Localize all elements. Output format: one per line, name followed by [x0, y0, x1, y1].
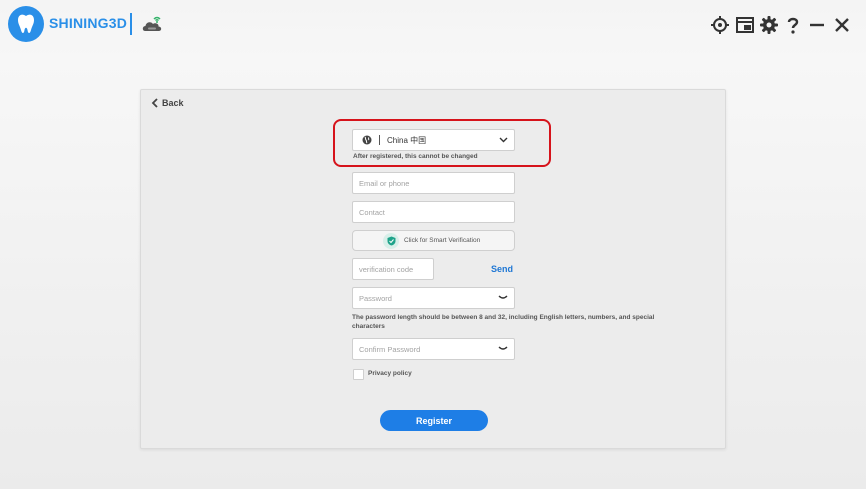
smart-verification-button[interactable]: Click for Smart Verification: [352, 230, 515, 251]
confirm-password-input[interactable]: [359, 344, 514, 354]
privacy-checkbox[interactable]: [353, 369, 364, 380]
title-bar: SHINING3D: [0, 0, 866, 52]
help-icon[interactable]: [783, 15, 803, 35]
password-hint: The password length should be between 8 …: [352, 314, 655, 330]
cloud-wifi-icon[interactable]: [141, 13, 165, 40]
chevron-down-icon: [499, 137, 508, 143]
screenshot-icon[interactable]: [735, 15, 755, 35]
privacy-policy-link[interactable]: Privacy policy: [368, 370, 412, 377]
eye-closed-icon[interactable]: [498, 346, 508, 352]
country-separator: [379, 135, 380, 145]
password-field[interactable]: [352, 287, 515, 309]
verification-code-input[interactable]: [359, 264, 433, 274]
contact-input[interactable]: [359, 207, 514, 217]
confirm-password-field[interactable]: [352, 338, 515, 360]
verification-code-field[interactable]: [352, 258, 434, 280]
logo-tooth-icon: [8, 6, 44, 42]
brand-name: SHINING3D: [49, 15, 128, 31]
send-button[interactable]: Send: [491, 264, 513, 274]
country-value: China 中国: [387, 135, 427, 145]
close-icon[interactable]: [832, 15, 852, 35]
back-label: Back: [162, 98, 184, 108]
chevron-left-icon: [151, 98, 158, 108]
globe-icon: [362, 135, 372, 145]
back-button[interactable]: Back: [151, 96, 184, 110]
register-button[interactable]: Register: [380, 410, 488, 431]
brand-divider: [130, 13, 132, 35]
gear-icon[interactable]: [759, 15, 779, 35]
password-input[interactable]: [359, 293, 514, 303]
target-icon[interactable]: [710, 15, 730, 35]
email-input[interactable]: [359, 178, 514, 188]
smart-verification-label: Click for Smart Verification: [404, 237, 481, 244]
email-field[interactable]: [352, 172, 515, 194]
shield-icon: [383, 232, 399, 249]
eye-closed-icon[interactable]: [498, 295, 508, 301]
country-select[interactable]: China 中国: [352, 129, 515, 151]
country-hint: After registered, this cannot be changed: [353, 153, 478, 160]
minimize-icon[interactable]: [807, 15, 827, 35]
contact-field[interactable]: [352, 201, 515, 223]
